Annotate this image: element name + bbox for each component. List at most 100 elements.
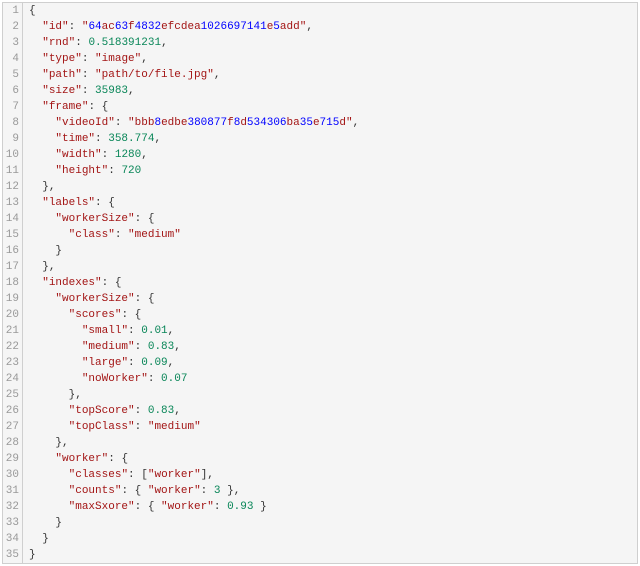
token-c: : xyxy=(115,117,128,129)
token-s: e xyxy=(313,117,320,129)
token-s: " xyxy=(346,117,353,129)
token-s: " xyxy=(95,69,102,81)
line-number: 21 xyxy=(3,323,19,339)
token-p: , xyxy=(141,149,148,161)
line-number: 16 xyxy=(3,243,19,259)
line-number: 17 xyxy=(3,259,19,275)
token-c: : xyxy=(102,277,115,289)
token-p: } xyxy=(220,485,233,497)
token-n: 1280 xyxy=(115,149,141,161)
token-k: videoId xyxy=(62,117,108,129)
token-c: : xyxy=(69,21,82,33)
token-c: : xyxy=(121,485,134,497)
line-number: 29 xyxy=(3,451,19,467)
token-c: : xyxy=(201,485,214,497)
token-k: small xyxy=(88,325,121,337)
token-k: worker xyxy=(62,453,102,465)
line-number: 2 xyxy=(3,19,19,35)
line-number: 19 xyxy=(3,291,19,307)
code-line: { xyxy=(29,3,637,19)
token-s: " xyxy=(194,421,201,433)
token-hx: 4832 xyxy=(135,21,161,33)
token-p: , xyxy=(168,325,175,337)
token-s: " xyxy=(174,229,181,241)
token-s: d xyxy=(339,117,346,129)
token-k: labels xyxy=(49,197,89,209)
line-number: 9 xyxy=(3,131,19,147)
token-k: noWorker xyxy=(88,373,141,385)
token-s: medium xyxy=(135,229,175,241)
line-number: 15 xyxy=(3,227,19,243)
token-p: { xyxy=(135,485,148,497)
token-k: maxSxore xyxy=(75,501,128,513)
token-s: worker xyxy=(154,469,194,481)
line-number: 5 xyxy=(3,67,19,83)
code-content: { "id": "64ac63f4832efcdea1026697141e5ad… xyxy=(23,3,637,563)
token-p: , xyxy=(174,405,181,417)
line-number: 31 xyxy=(3,483,19,499)
line-number: 11 xyxy=(3,163,19,179)
token-k: " xyxy=(75,69,82,81)
code-line: "height": 720 xyxy=(29,163,637,179)
code-line: "classes": ["worker"], xyxy=(29,467,637,483)
token-n: 0.01 xyxy=(141,325,167,337)
line-number: 7 xyxy=(3,99,19,115)
token-c: : xyxy=(214,501,227,513)
token-p: { xyxy=(148,501,161,513)
token-c: : xyxy=(128,469,141,481)
token-p: , xyxy=(128,85,135,97)
code-line: }, xyxy=(29,387,637,403)
line-number: 23 xyxy=(3,355,19,371)
token-s: add xyxy=(280,21,300,33)
token-p: { xyxy=(148,293,155,305)
token-k: id xyxy=(49,21,62,33)
line-number: 20 xyxy=(3,307,19,323)
token-k: height xyxy=(62,165,102,177)
code-line: "indexes": { xyxy=(29,275,637,291)
token-p: { xyxy=(135,309,142,321)
token-k: medium xyxy=(88,341,128,353)
token-c: : xyxy=(108,453,121,465)
token-p: , xyxy=(207,469,214,481)
token-s: edbe xyxy=(161,117,187,129)
token-p: , xyxy=(49,261,56,273)
token-p: , xyxy=(353,117,360,129)
line-number: 10 xyxy=(3,147,19,163)
token-p: , xyxy=(306,21,313,33)
token-p: } xyxy=(55,245,62,257)
line-number: 26 xyxy=(3,403,19,419)
token-k: " xyxy=(128,501,135,513)
token-k: classes xyxy=(75,469,121,481)
token-c: : xyxy=(135,341,148,353)
token-p: { xyxy=(148,213,155,225)
token-p: , xyxy=(234,485,241,497)
token-s: path/to/file.jpg xyxy=(102,69,208,81)
token-c: : xyxy=(82,85,95,97)
token-p: , xyxy=(154,133,161,145)
line-number: 3 xyxy=(3,35,19,51)
token-hx: 1026697141 xyxy=(201,21,267,33)
token-hx: 534306 xyxy=(247,117,287,129)
token-s: f xyxy=(227,117,234,129)
code-line: "width": 1280, xyxy=(29,147,637,163)
token-k: " xyxy=(128,405,135,417)
code-line: "scores": { xyxy=(29,307,637,323)
line-number: 12 xyxy=(3,179,19,195)
token-p: , xyxy=(168,357,175,369)
token-k: " xyxy=(42,197,49,209)
token-c: : xyxy=(82,53,95,65)
code-line: "small": 0.01, xyxy=(29,323,637,339)
token-n: 35983 xyxy=(95,85,128,97)
token-c: : xyxy=(135,405,148,417)
token-hx: 64 xyxy=(88,21,101,33)
token-k: " xyxy=(108,117,115,129)
code-line: "topScore": 0.83, xyxy=(29,403,637,419)
line-number: 27 xyxy=(3,419,19,435)
token-k: width xyxy=(62,149,95,161)
code-line: "medium": 0.83, xyxy=(29,339,637,355)
line-number: 33 xyxy=(3,515,19,531)
token-n: 720 xyxy=(121,165,141,177)
code-line: "type": "image", xyxy=(29,51,637,67)
token-p: [ xyxy=(141,469,148,481)
token-s: " xyxy=(95,53,102,65)
